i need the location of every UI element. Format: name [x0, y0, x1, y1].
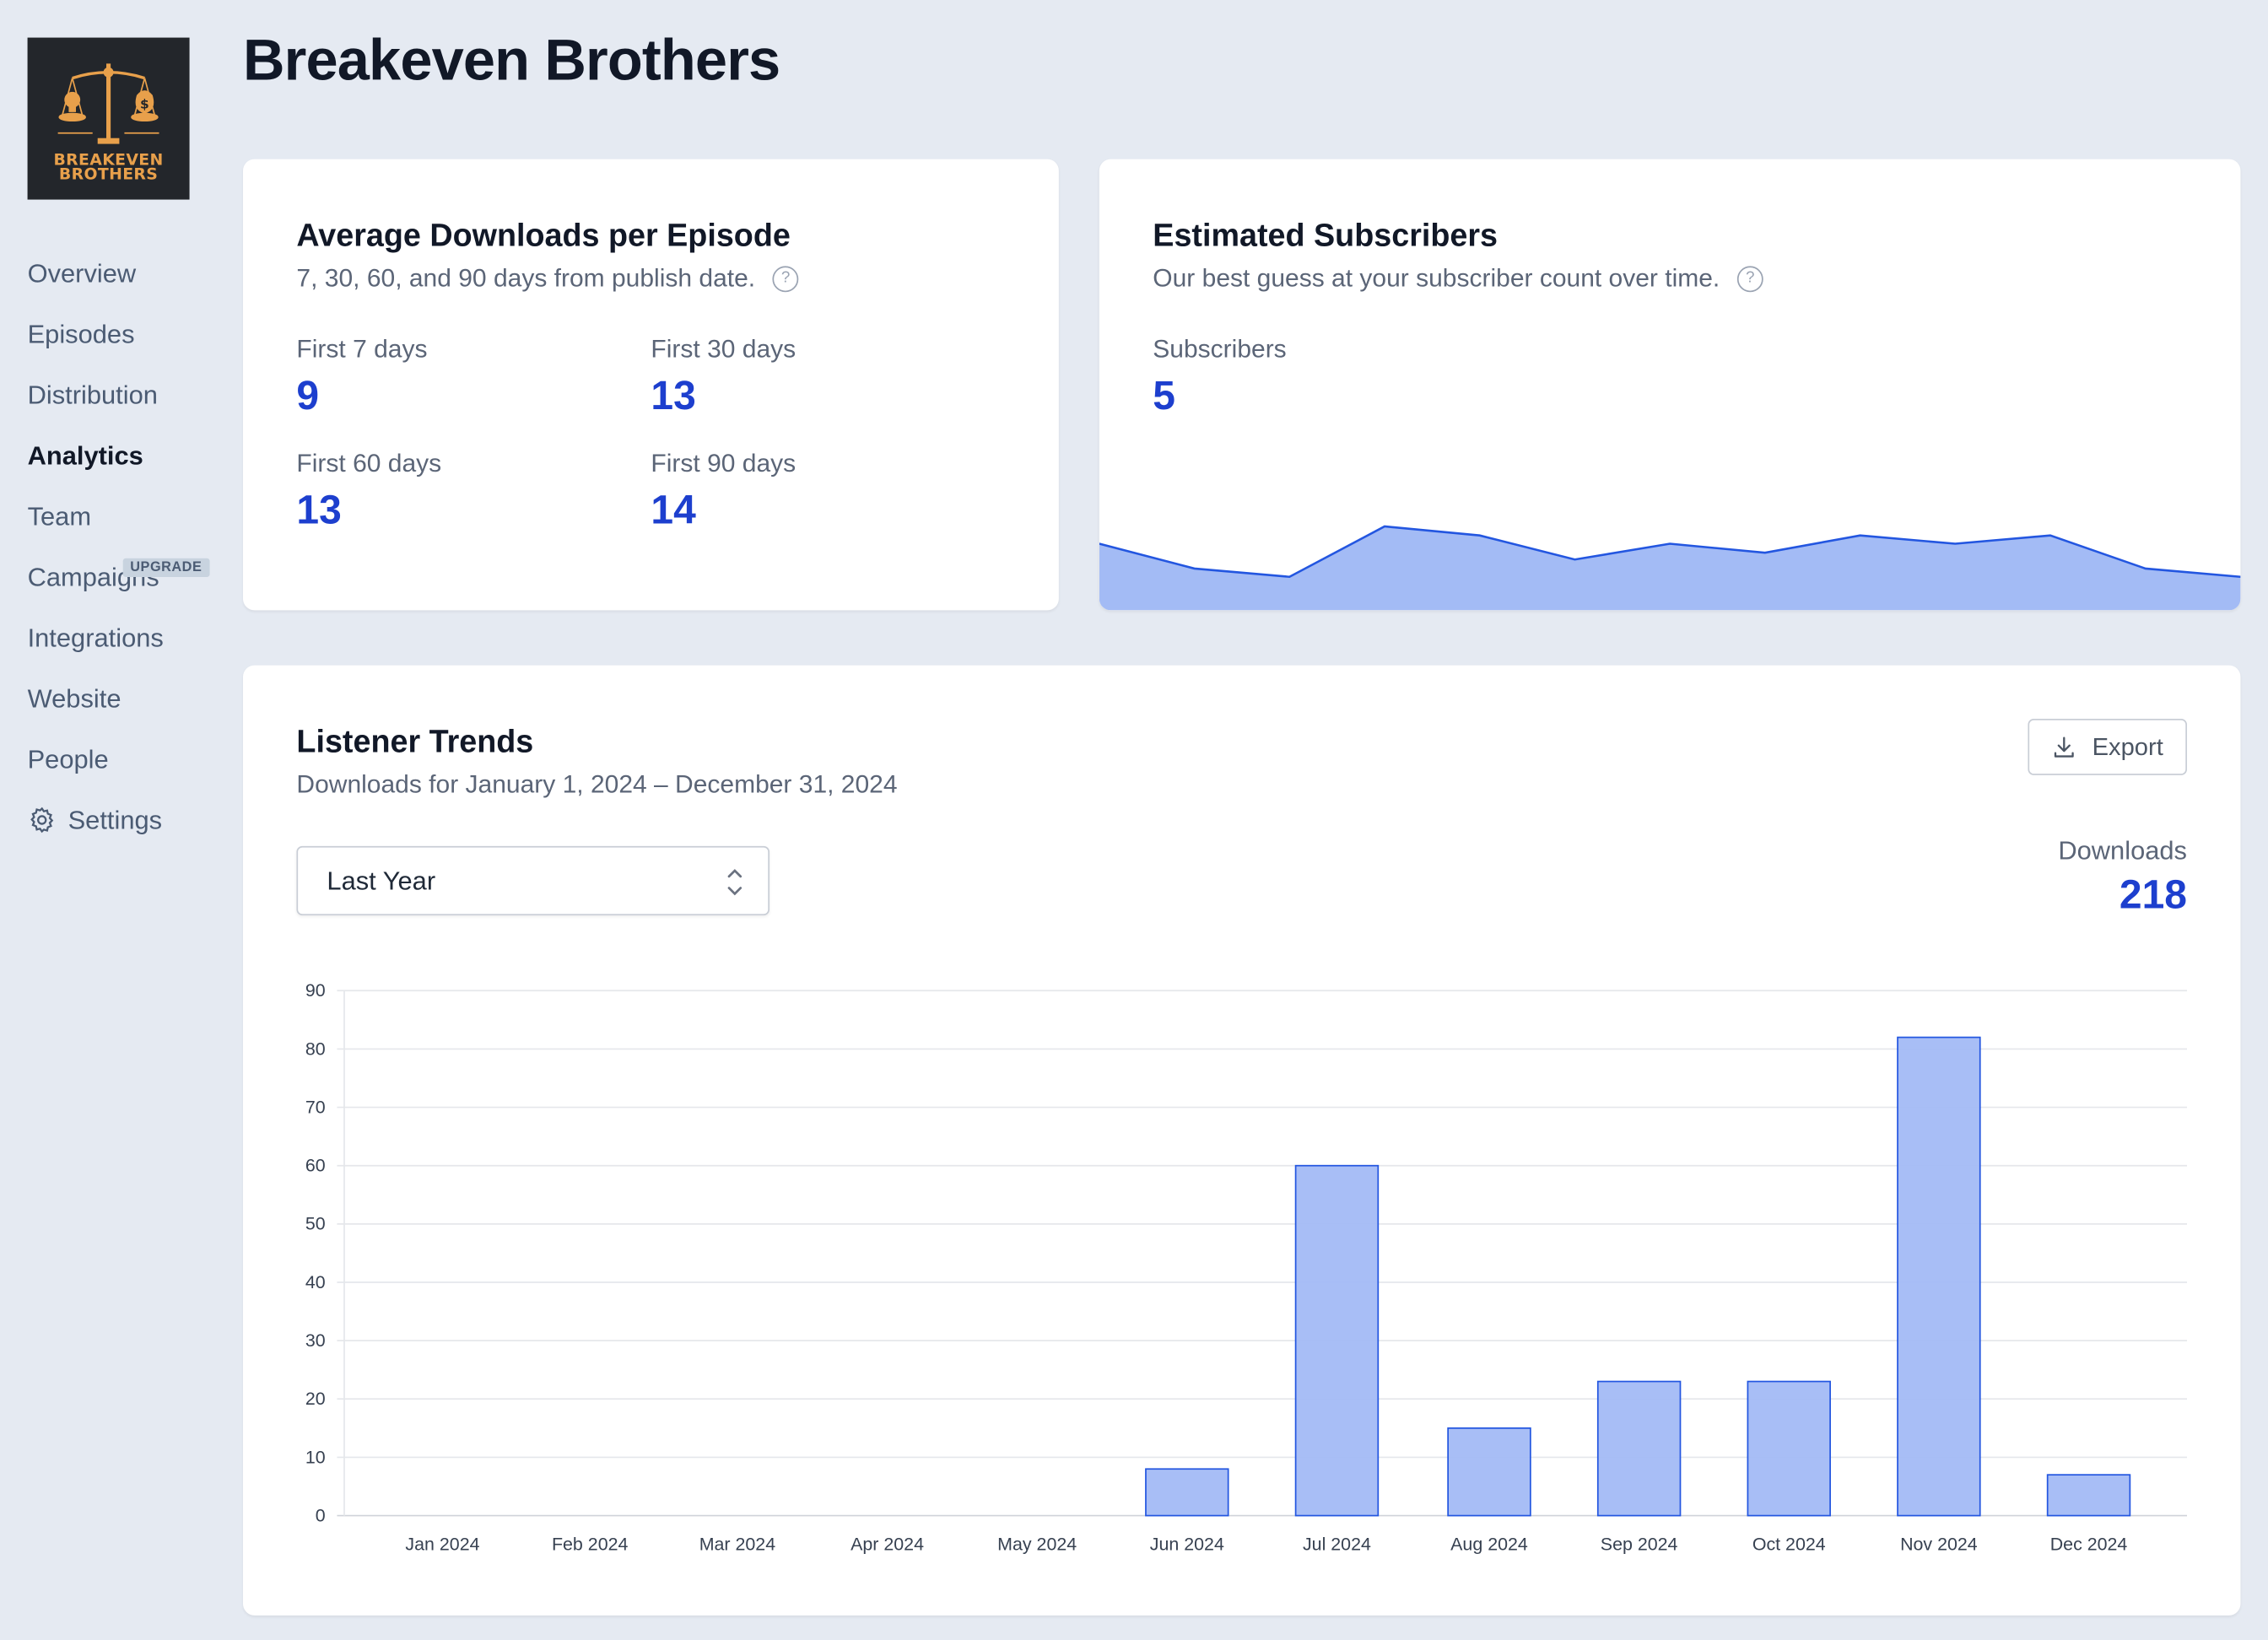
x-tick-label: Mar 2024 [699, 1535, 776, 1555]
avg-downloads-title: Average Downloads per Episode [296, 217, 791, 254]
stat-first-7-days: First 7 days 9 [296, 334, 651, 419]
stat-value: 13 [296, 487, 342, 532]
stat-label: First 60 days [296, 448, 442, 477]
export-label: Export [2092, 732, 2163, 760]
subscribers-sparkline [1099, 525, 2241, 611]
downloads-total: Downloads 218 [2058, 836, 2187, 919]
sidebar-item-label: Analytics [27, 440, 143, 471]
x-tick-label: Oct 2024 [1752, 1535, 1826, 1555]
help-icon[interactable]: ? [772, 265, 799, 292]
x-tick-label: Jan 2024 [405, 1535, 479, 1555]
y-tick-label: 50 [305, 1214, 326, 1234]
stat-label: First 30 days [651, 334, 796, 364]
y-tick-label: 40 [305, 1272, 326, 1292]
download-icon [2055, 736, 2075, 757]
y-tick-label: 70 [305, 1097, 326, 1117]
sidebar-item-label: Integrations [27, 623, 164, 653]
date-range-selected: Last Year [327, 866, 436, 895]
avg-downloads-subtitle: 7, 30, 60, and 90 days from publish date… [296, 263, 756, 293]
export-button[interactable]: Export [2028, 719, 2188, 775]
y-tick-label: 80 [305, 1038, 326, 1059]
bar-nov-2024[interactable] [1897, 1036, 1981, 1517]
date-range-select[interactable]: Last Year [296, 845, 770, 916]
x-tick-label: May 2024 [997, 1535, 1077, 1555]
x-tick-label: Sep 2024 [1601, 1535, 1678, 1555]
podcast-logo[interactable]: $ BREAKEVEN BROTHERS [27, 37, 190, 200]
sidebar-item-label: Team [27, 501, 92, 531]
x-tick-label: Dec 2024 [2050, 1535, 2128, 1555]
listener-trends-card: 0 10 20 30 40 50 60 70 80 90 Jan 2024 Feb 2024 Mar 2… [243, 665, 2241, 1616]
y-tick-label: 30 [305, 1330, 326, 1351]
sidebar-item-integrations[interactable]: Integrations [28, 607, 164, 668]
subscribers-title: Estimated Subscribers [1153, 217, 1498, 254]
sidebar-item-label: Website [27, 683, 122, 714]
stat-value: 14 [651, 487, 696, 532]
stat-first-30-days: First 30 days 13 [651, 334, 1005, 419]
subscribers-value: 5 [1153, 373, 1175, 418]
avg-downloads-stats: First 7 days 9 First 30 days 13 First 60… [296, 334, 1005, 534]
y-tick-label: 60 [305, 1156, 326, 1176]
y-tick-label: 0 [316, 1505, 326, 1525]
svg-text:$: $ [140, 97, 149, 112]
sidebar-item-people[interactable]: People [28, 729, 164, 790]
stat-label: First 7 days [296, 334, 428, 364]
scales-icon: $ [57, 63, 159, 144]
stat-first-60-days: First 60 days 13 [296, 448, 651, 533]
upgrade-badge[interactable]: UPGRADE [122, 558, 209, 578]
sidebar-item-team[interactable]: Team [28, 486, 164, 547]
trends-title: Listener Trends [296, 723, 534, 760]
sidebar-item-label: Episodes [27, 319, 135, 349]
sidebar-item-label: Distribution [27, 380, 158, 410]
app-root: $ BREAKEVEN BROTHERS Overview Episodes D… [0, 0, 2268, 1640]
sidebar-item-label: Settings [68, 805, 163, 835]
sidebar-item-overview[interactable]: Overview [28, 243, 164, 304]
x-tick-label: Jun 2024 [1150, 1535, 1224, 1555]
downloads-bar-chart: 0 10 20 30 40 50 60 70 80 90 Jan 2024 Feb 2024 Mar 2… [305, 980, 2188, 1555]
sidebar-item-website[interactable]: Website [28, 668, 164, 729]
stat-value: 13 [651, 373, 696, 418]
subscribers-label: Subscribers [1153, 334, 1287, 364]
x-tick-label: Aug 2024 [1450, 1535, 1528, 1555]
stat-value: 9 [296, 373, 320, 418]
x-tick-label: Nov 2024 [1900, 1535, 1978, 1555]
logo-text-line2: BROTHERS [58, 165, 159, 184]
sidebar-item-label: People [27, 744, 109, 774]
sidebar-item-distribution[interactable]: Distribution [28, 364, 164, 425]
x-tick-label: Jul 2024 [1303, 1535, 1371, 1555]
avg-downloads-card: Average Downloads per Episode 7, 30, 60,… [243, 159, 1059, 611]
sparkline-area [1099, 526, 2241, 611]
y-tick-label: 20 [305, 1389, 326, 1409]
y-tick-label: 90 [305, 980, 326, 1001]
estimated-subscribers-card: Estimated Subscribers Our best guess at … [1099, 159, 2241, 611]
gear-icon [30, 807, 54, 833]
downloads-value: 218 [2119, 871, 2188, 917]
x-tick-label: Feb 2024 [552, 1535, 629, 1555]
sidebar-nav: Overview Episodes Distribution Analytics… [28, 243, 209, 850]
sidebar-item-label: Overview [27, 258, 137, 289]
chevron-up-down-icon [727, 869, 742, 896]
trends-subtitle: Downloads for January 1, 2024 – December… [296, 769, 898, 799]
stat-label: First 90 days [651, 448, 796, 477]
bar-aug-2024[interactable] [1447, 1427, 1531, 1517]
y-tick-label: 10 [305, 1447, 326, 1467]
bar-dec-2024[interactable] [2046, 1474, 2131, 1517]
subscribers-subtitle: Our best guess at your subscriber count … [1153, 263, 1720, 293]
x-tick-label: Apr 2024 [850, 1535, 924, 1555]
sidebar-item-campaigns[interactable]: Campaigns UPGRADE [28, 547, 209, 607]
page-title: Breakeven Brothers [243, 29, 780, 93]
help-icon[interactable]: ? [1736, 265, 1763, 292]
bar-jul-2024[interactable] [1294, 1164, 1380, 1517]
stat-first-90-days: First 90 days 14 [651, 448, 1005, 533]
sidebar-item-episodes[interactable]: Episodes [28, 304, 164, 364]
bar-oct-2024[interactable] [1747, 1380, 1831, 1517]
bar-sep-2024[interactable] [1596, 1380, 1682, 1517]
sidebar-item-settings[interactable]: Settings [28, 790, 164, 850]
downloads-label: Downloads [2058, 835, 2188, 866]
sidebar-item-analytics[interactable]: Analytics [28, 425, 164, 486]
bar-jun-2024[interactable] [1145, 1468, 1229, 1517]
